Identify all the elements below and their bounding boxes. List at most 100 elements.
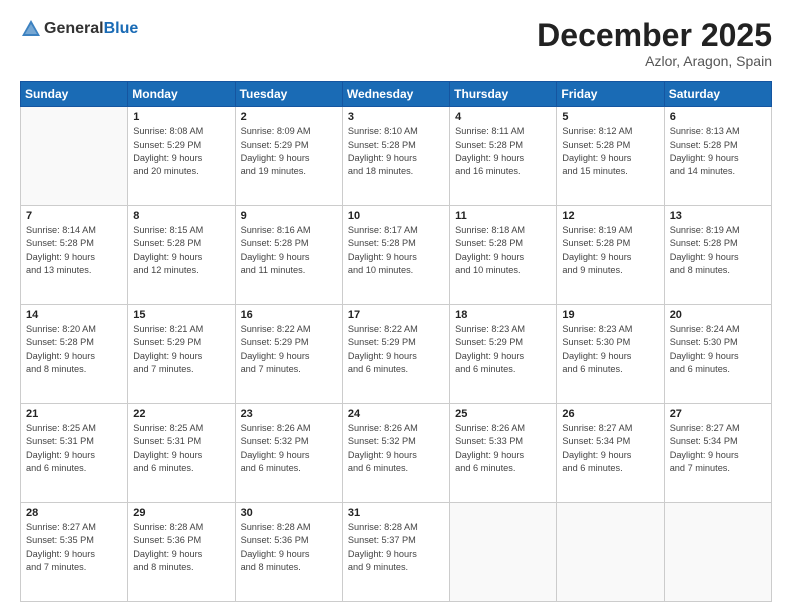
day-number: 10 (348, 210, 444, 222)
day-number: 30 (241, 507, 337, 519)
day-info: Sunrise: 8:27 AM Sunset: 5:35 PM Dayligh… (26, 521, 122, 574)
day-info: Sunrise: 8:16 AM Sunset: 5:28 PM Dayligh… (241, 224, 337, 277)
calendar-table: SundayMondayTuesdayWednesdayThursdayFrid… (20, 81, 772, 602)
calendar-cell: 5 Sunrise: 8:12 AM Sunset: 5:28 PM Daylig… (557, 107, 664, 206)
calendar-cell: 7 Sunrise: 8:14 AM Sunset: 5:28 PM Daylig… (21, 206, 128, 305)
calendar-cell: 15 Sunrise: 8:21 AM Sunset: 5:29 PM Dayli… (128, 305, 235, 404)
day-number: 24 (348, 408, 444, 420)
day-info: Sunrise: 8:27 AM Sunset: 5:34 PM Dayligh… (562, 422, 658, 475)
day-info: Sunrise: 8:21 AM Sunset: 5:29 PM Dayligh… (133, 323, 229, 376)
day-info: Sunrise: 8:17 AM Sunset: 5:28 PM Dayligh… (348, 224, 444, 277)
day-number: 25 (455, 408, 551, 420)
day-info: Sunrise: 8:26 AM Sunset: 5:33 PM Dayligh… (455, 422, 551, 475)
day-number: 26 (562, 408, 658, 420)
calendar-cell: 21 Sunrise: 8:25 AM Sunset: 5:31 PM Dayli… (21, 404, 128, 503)
day-info: Sunrise: 8:22 AM Sunset: 5:29 PM Dayligh… (348, 323, 444, 376)
calendar-cell: 26 Sunrise: 8:27 AM Sunset: 5:34 PM Dayli… (557, 404, 664, 503)
week-row-5: 28 Sunrise: 8:27 AM Sunset: 5:35 PM Dayli… (21, 503, 772, 602)
calendar-cell (21, 107, 128, 206)
day-info: Sunrise: 8:26 AM Sunset: 5:32 PM Dayligh… (348, 422, 444, 475)
calendar-cell: 1 Sunrise: 8:08 AM Sunset: 5:29 PM Daylig… (128, 107, 235, 206)
calendar-cell: 24 Sunrise: 8:26 AM Sunset: 5:32 PM Dayli… (342, 404, 449, 503)
day-number: 28 (26, 507, 122, 519)
day-info: Sunrise: 8:18 AM Sunset: 5:28 PM Dayligh… (455, 224, 551, 277)
logo-text-general: General (44, 20, 104, 38)
calendar-header-row: SundayMondayTuesdayWednesdayThursdayFrid… (21, 82, 772, 107)
day-number: 11 (455, 210, 551, 222)
day-number: 7 (26, 210, 122, 222)
day-number: 23 (241, 408, 337, 420)
calendar-cell: 17 Sunrise: 8:22 AM Sunset: 5:29 PM Dayli… (342, 305, 449, 404)
calendar-cell: 4Sunrise: 8:11 AM Sunset: 5:28 PM Daylig… (450, 107, 557, 206)
day-header-wednesday: Wednesday (342, 82, 449, 107)
month-title: December 2025 (537, 18, 772, 53)
calendar-cell: 29 Sunrise: 8:28 AM Sunset: 5:36 PM Dayli… (128, 503, 235, 602)
day-info: Sunrise: 8:14 AM Sunset: 5:28 PM Dayligh… (26, 224, 122, 277)
calendar-cell: 27 Sunrise: 8:27 AM Sunset: 5:34 PM Dayli… (664, 404, 771, 503)
day-number: 6 (670, 111, 766, 123)
day-number: 27 (670, 408, 766, 420)
day-info: Sunrise: 8:10 AM Sunset: 5:28 PM Dayligh… (348, 125, 444, 178)
location-text: Azlor, Aragon, Spain (537, 53, 772, 69)
day-info: Sunrise: 8:28 AM Sunset: 5:36 PM Dayligh… (133, 521, 229, 574)
day-number: 2 (241, 111, 337, 123)
calendar-cell: 6 Sunrise: 8:13 AM Sunset: 5:28 PM Daylig… (664, 107, 771, 206)
day-number: 18 (455, 309, 551, 321)
calendar-cell (557, 503, 664, 602)
day-info: Sunrise: 8:27 AM Sunset: 5:34 PM Dayligh… (670, 422, 766, 475)
week-row-3: 14Sunrise: 8:20 AM Sunset: 5:28 PM Dayli… (21, 305, 772, 404)
calendar-cell: 2Sunrise: 8:09 AM Sunset: 5:29 PM Daylig… (235, 107, 342, 206)
logo-icon (20, 18, 42, 40)
day-info: Sunrise: 8:28 AM Sunset: 5:37 PM Dayligh… (348, 521, 444, 574)
week-row-4: 21 Sunrise: 8:25 AM Sunset: 5:31 PM Dayli… (21, 404, 772, 503)
calendar-cell: 23 Sunrise: 8:26 AM Sunset: 5:32 PM Dayli… (235, 404, 342, 503)
calendar-cell: 25 Sunrise: 8:26 AM Sunset: 5:33 PM Dayli… (450, 404, 557, 503)
calendar-cell: 22 Sunrise: 8:25 AM Sunset: 5:31 PM Dayli… (128, 404, 235, 503)
day-info: Sunrise: 8:19 AM Sunset: 5:28 PM Dayligh… (562, 224, 658, 277)
calendar-cell: 31 Sunrise: 8:28 AM Sunset: 5:37 PM Dayli… (342, 503, 449, 602)
day-number: 9 (241, 210, 337, 222)
day-number: 12 (562, 210, 658, 222)
day-number: 31 (348, 507, 444, 519)
calendar-cell: 12 Sunrise: 8:19 AM Sunset: 5:28 PM Dayli… (557, 206, 664, 305)
day-number: 14 (26, 309, 122, 321)
calendar-cell: 3Sunrise: 8:10 AM Sunset: 5:28 PM Daylig… (342, 107, 449, 206)
day-info: Sunrise: 8:08 AM Sunset: 5:29 PM Dayligh… (133, 125, 229, 178)
day-info: Sunrise: 8:19 AM Sunset: 5:28 PM Dayligh… (670, 224, 766, 277)
calendar-cell: 14Sunrise: 8:20 AM Sunset: 5:28 PM Dayli… (21, 305, 128, 404)
day-number: 16 (241, 309, 337, 321)
calendar-cell: 11 Sunrise: 8:18 AM Sunset: 5:28 PM Dayli… (450, 206, 557, 305)
page-header: General Blue December 2025 Azlor, Aragon… (20, 18, 772, 69)
title-block: December 2025 Azlor, Aragon, Spain (537, 18, 772, 69)
calendar-cell: 13Sunrise: 8:19 AM Sunset: 5:28 PM Dayli… (664, 206, 771, 305)
day-number: 1 (133, 111, 229, 123)
logo: General Blue (20, 18, 138, 40)
day-info: Sunrise: 8:12 AM Sunset: 5:28 PM Dayligh… (562, 125, 658, 178)
day-number: 22 (133, 408, 229, 420)
day-number: 21 (26, 408, 122, 420)
day-info: Sunrise: 8:23 AM Sunset: 5:29 PM Dayligh… (455, 323, 551, 376)
day-number: 19 (562, 309, 658, 321)
day-info: Sunrise: 8:26 AM Sunset: 5:32 PM Dayligh… (241, 422, 337, 475)
calendar-cell (450, 503, 557, 602)
calendar-cell: 16Sunrise: 8:22 AM Sunset: 5:29 PM Dayli… (235, 305, 342, 404)
day-info: Sunrise: 8:25 AM Sunset: 5:31 PM Dayligh… (133, 422, 229, 475)
day-info: Sunrise: 8:13 AM Sunset: 5:28 PM Dayligh… (670, 125, 766, 178)
day-number: 8 (133, 210, 229, 222)
week-row-1: 1 Sunrise: 8:08 AM Sunset: 5:29 PM Daylig… (21, 107, 772, 206)
day-info: Sunrise: 8:11 AM Sunset: 5:28 PM Dayligh… (455, 125, 551, 178)
day-info: Sunrise: 8:24 AM Sunset: 5:30 PM Dayligh… (670, 323, 766, 376)
day-number: 20 (670, 309, 766, 321)
day-number: 29 (133, 507, 229, 519)
day-info: Sunrise: 8:25 AM Sunset: 5:31 PM Dayligh… (26, 422, 122, 475)
day-number: 15 (133, 309, 229, 321)
calendar-cell: 9 Sunrise: 8:16 AM Sunset: 5:28 PM Daylig… (235, 206, 342, 305)
day-number: 5 (562, 111, 658, 123)
calendar-cell: 10 Sunrise: 8:17 AM Sunset: 5:28 PM Dayli… (342, 206, 449, 305)
day-number: 17 (348, 309, 444, 321)
calendar-cell: 8Sunrise: 8:15 AM Sunset: 5:28 PM Daylig… (128, 206, 235, 305)
day-header-monday: Monday (128, 82, 235, 107)
calendar-cell: 28 Sunrise: 8:27 AM Sunset: 5:35 PM Dayli… (21, 503, 128, 602)
logo-text-blue: Blue (104, 20, 139, 38)
calendar-cell (664, 503, 771, 602)
